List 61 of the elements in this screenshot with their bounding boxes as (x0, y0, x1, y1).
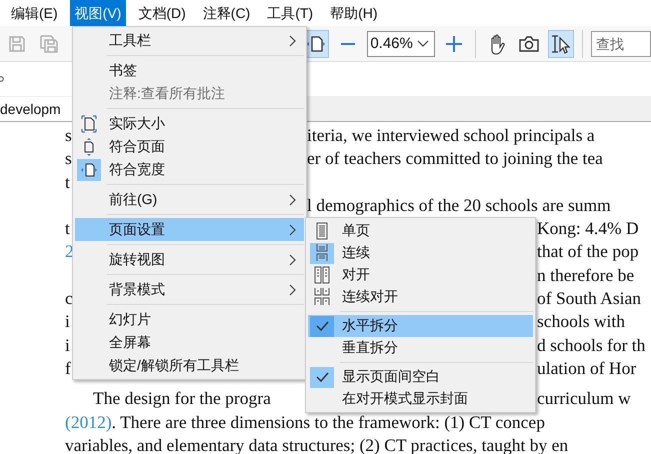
menu-item[interactable]: 幻灯片 (75, 308, 304, 331)
menu-item[interactable]: 锁定/解锁所有工具栏 (75, 354, 304, 377)
menu-item[interactable]: 水平拆分 (308, 315, 533, 337)
menu-item[interactable]: 页面设置 (75, 218, 304, 241)
menu-bar-item[interactable]: 文档(D) (133, 0, 191, 26)
text-cursor-arrow-icon (550, 32, 572, 54)
body-text: curriculum w (537, 388, 631, 408)
ring-icon (0, 75, 6, 83)
body-text: Kong: 4.4% D (537, 218, 639, 238)
menu-item[interactable]: 符合页面 (75, 135, 304, 158)
body-text: The design for the progra (93, 388, 271, 408)
body-text: er of teachers committed to joining the tea (307, 148, 603, 168)
minus-icon (341, 42, 356, 44)
body-text: s (65, 148, 72, 168)
search-field[interactable]: 查找 (590, 30, 651, 56)
body-text: i (65, 334, 70, 355)
chevron-right-icon (288, 224, 296, 236)
body-text: of South Asian (537, 288, 642, 308)
menu-item[interactable]: 前往(G) (75, 188, 304, 211)
menu-item[interactable]: 单页 (308, 220, 533, 242)
menu-item[interactable]: 旋转视图 (75, 248, 304, 271)
body-text: t (65, 172, 70, 192)
body-text: schools with (537, 311, 625, 332)
plus-icon (444, 34, 464, 54)
menu-item[interactable]: 连续 (308, 242, 533, 264)
menu-item[interactable]: 全屏幕 (75, 331, 304, 354)
menu-item[interactable]: 显示页面间空白 (308, 366, 533, 388)
body-text: i (65, 311, 70, 332)
chevron-right-icon (288, 284, 296, 296)
citation-link[interactable]: (2012) (65, 412, 112, 432)
chevron-right-icon (288, 34, 296, 46)
menu-bar-item[interactable]: 工具(T) (262, 0, 318, 26)
body-text: iteria, we interviewed school principals a (307, 125, 595, 145)
menu-item[interactable]: 书签 (75, 59, 304, 82)
chevron-down-icon (416, 40, 429, 48)
body-text: s (65, 125, 72, 145)
menu-item[interactable]: 连续对开 (308, 286, 533, 308)
body-text: ulation of Hor (537, 358, 636, 378)
body-text: l demographics of the 20 schools are summ (307, 194, 611, 215)
body-text: n therefore be (537, 264, 634, 285)
two-floppy-disks-icon (39, 34, 60, 54)
menu-item[interactable]: 对开 (308, 264, 533, 286)
menu-bar-item[interactable]: 注释(C) (198, 0, 256, 26)
menu-bar-item[interactable]: 帮助(H) (325, 0, 383, 26)
menu-item[interactable]: 垂直拆分 (308, 337, 533, 359)
menu-bar-item[interactable]: 编辑(E) (6, 0, 63, 26)
menu-bar-item[interactable]: 视图(V) (70, 0, 126, 26)
body-text: d schools for th (537, 334, 646, 355)
menu-item[interactable]: 符合宽度 (75, 158, 304, 181)
body-text: t (65, 218, 70, 238)
body-text: f (65, 358, 71, 378)
select-button[interactable] (548, 30, 574, 58)
body-text: . There are three dimensions to the framework: (1) CT concep (112, 412, 545, 432)
body-text: that of the pop (537, 241, 639, 262)
chevron-right-icon (288, 194, 296, 206)
menu-item[interactable]: 背景模式 (75, 278, 304, 301)
chevron-right-icon (288, 254, 296, 266)
menu-item[interactable]: 工具栏 (75, 29, 304, 52)
zoom-combo-box[interactable]: 0.46% (367, 30, 435, 56)
body-text: c (65, 288, 73, 308)
menu-item[interactable]: 在对开模式显示封面 (308, 388, 533, 410)
